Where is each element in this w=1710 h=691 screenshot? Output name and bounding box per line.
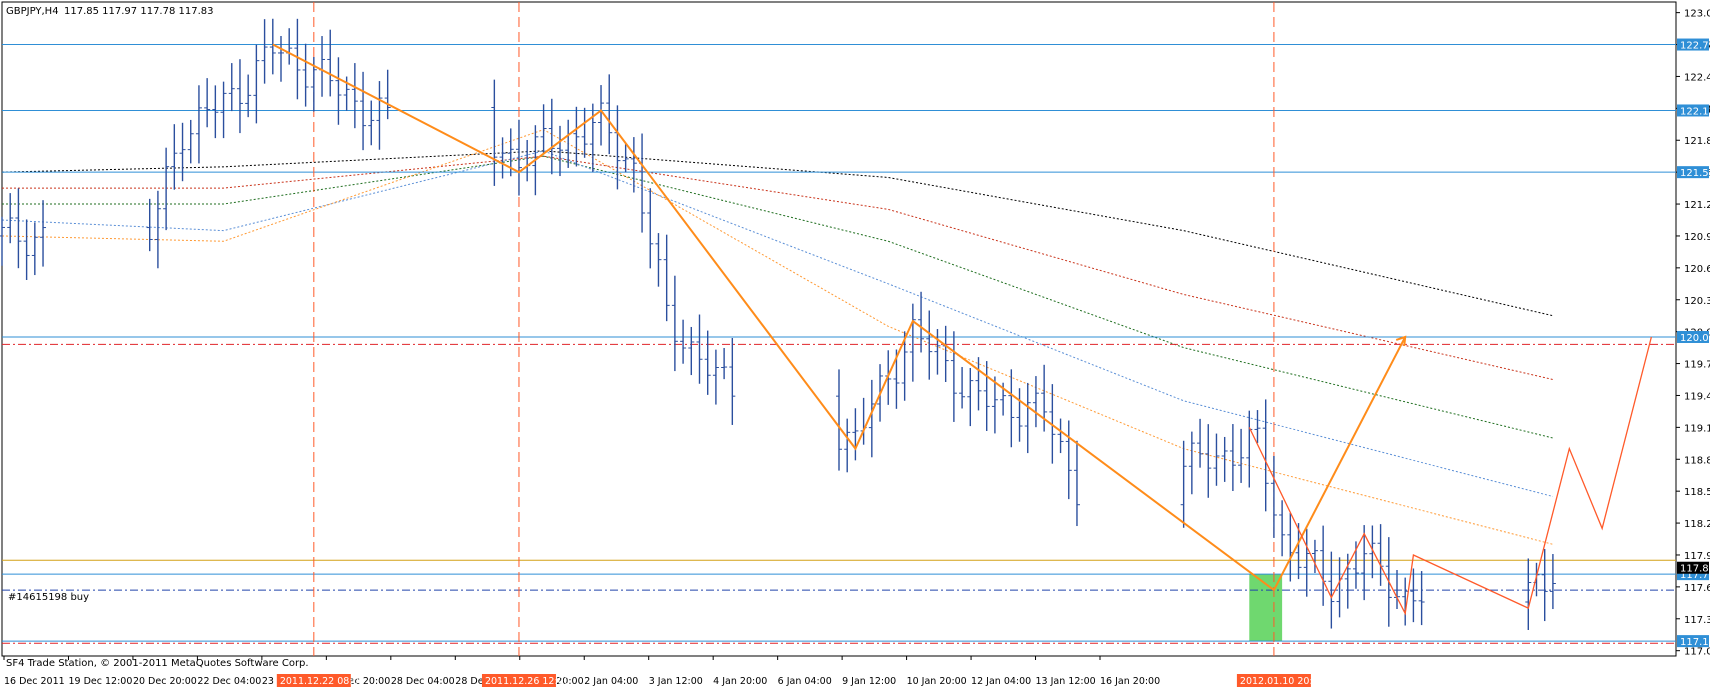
- y-tick-label: 120.35: [1684, 296, 1710, 307]
- y-tick-label: 120.95: [1684, 232, 1710, 243]
- time-marker-label: 2011.12.26 12:00: [485, 676, 570, 687]
- price-tag-label: 122.75: [1680, 41, 1710, 52]
- chart-canvas[interactable]: 123.05122.75122.45122.15121.85121.55121.…: [0, 0, 1710, 687]
- x-tick-label: 28 Dec 04:00: [391, 676, 455, 687]
- x-tick-label: 22 Dec 04:00: [197, 676, 261, 687]
- x-tick-label: 16 Jan 20:00: [1100, 676, 1160, 687]
- x-tick-label: 2 Jan 04:00: [584, 676, 638, 687]
- chart-title: GBPJPY,H4: [6, 6, 59, 17]
- y-tick-label: 123.05: [1684, 9, 1710, 20]
- time-marker-label: 2012.01.10 20:00: [1240, 676, 1325, 687]
- y-tick-label: 117.35: [1684, 615, 1710, 626]
- current-price-label: 117.83: [1680, 564, 1710, 575]
- price-tag-label: 120.00: [1680, 333, 1710, 344]
- y-tick-label: 122.45: [1684, 72, 1710, 83]
- y-tick-label: 119.75: [1684, 360, 1710, 371]
- x-tick-label: 13 Jan 12:00: [1036, 676, 1096, 687]
- x-tick-label: 6 Jan 04:00: [778, 676, 832, 687]
- price-tag-label: 121.55: [1680, 168, 1710, 179]
- y-tick-label: 118.25: [1684, 519, 1710, 530]
- x-tick-label: 20 Dec 20:00: [133, 676, 197, 687]
- x-tick-label: 9 Jan 12:00: [842, 676, 896, 687]
- y-tick-label: 117.65: [1684, 583, 1710, 594]
- y-tick-label: 121.25: [1684, 200, 1710, 211]
- y-tick-label: 118.55: [1684, 487, 1710, 498]
- x-tick-label: 3 Jan 12:00: [649, 676, 703, 687]
- y-tick-label: 119.15: [1684, 423, 1710, 434]
- copyright-text: SF4 Trade Station, © 2001-2011 MetaQuote…: [6, 658, 309, 669]
- ohlc-readout: 117.85 117.97 117.78 117.83: [64, 6, 214, 17]
- x-tick-label: 4 Jan 20:00: [713, 676, 767, 687]
- y-tick-label: 119.45: [1684, 391, 1710, 402]
- plot-border: [1, 1, 1677, 657]
- time-marker-label: 2011.12.22 08:00: [280, 676, 365, 687]
- price-tag-label: 117.14: [1680, 637, 1710, 648]
- y-tick-label: 117.95: [1684, 551, 1710, 562]
- price-chart[interactable]: 123.05122.75122.45122.15121.85121.55121.…: [0, 0, 1710, 687]
- x-tick-label: 19 Dec 12:00: [68, 676, 132, 687]
- y-tick-label: 121.85: [1684, 136, 1710, 147]
- x-tick-label: 10 Jan 20:00: [907, 676, 967, 687]
- price-tag-label: 122.13: [1680, 106, 1710, 117]
- x-tick-label: 12 Jan 04:00: [971, 676, 1031, 687]
- x-tick-label: 16 Dec 2011: [4, 676, 65, 687]
- y-tick-label: 120.65: [1684, 264, 1710, 275]
- order-label: #14615198 buy: [8, 592, 89, 603]
- y-tick-label: 117.05: [1684, 647, 1710, 658]
- y-tick-label: 118.85: [1684, 455, 1710, 466]
